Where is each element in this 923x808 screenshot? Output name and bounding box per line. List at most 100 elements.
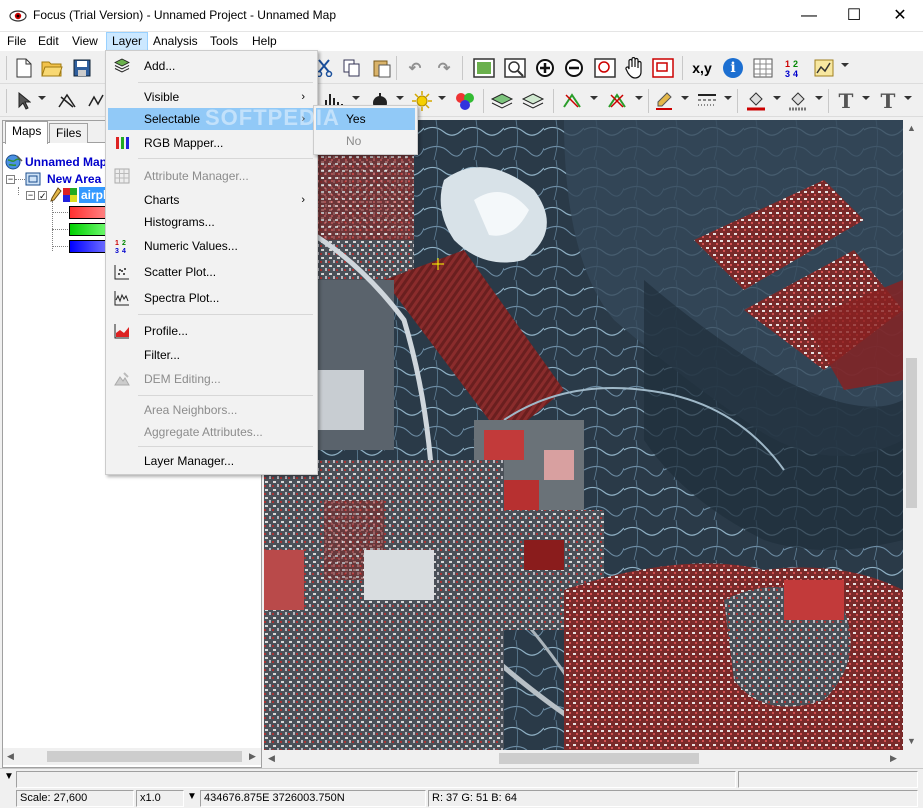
menu-item-selectable[interactable]: Selectable › (108, 108, 315, 130)
scroll-left-arrow[interactable]: ◀ (7, 751, 14, 762)
redo-icon[interactable]: ↷ (432, 56, 456, 80)
text-style-dropdown-arrow[interactable] (904, 96, 912, 100)
histogram-dropdown-arrow[interactable] (352, 96, 360, 100)
menu-item-layer-manager[interactable]: Layer Manager... (108, 450, 315, 472)
edit-vertex-icon[interactable] (560, 89, 584, 113)
save-icon[interactable] (70, 56, 94, 80)
image-vscroll-thumb[interactable] (906, 358, 917, 508)
fill-pattern-dropdown-arrow[interactable] (815, 96, 823, 100)
image-scroll-right-arrow[interactable]: ▶ (890, 753, 897, 764)
minimize-button[interactable]: — (786, 0, 832, 32)
line-style-dropdown-arrow[interactable] (724, 96, 732, 100)
scroll-up-arrow[interactable]: ▲ (907, 123, 916, 133)
menu-item-numeric-values[interactable]: 1234 Numeric Values... (108, 235, 315, 257)
edit-vertex-dropdown-arrow[interactable] (590, 96, 598, 100)
rgb-icon[interactable] (453, 89, 477, 113)
chart-dropdown-arrow[interactable] (841, 63, 849, 67)
close-button[interactable]: ✕ (877, 0, 923, 32)
info-icon[interactable]: i (721, 56, 745, 80)
menu-tools[interactable]: Tools (205, 32, 243, 51)
fill-icon[interactable] (744, 89, 768, 113)
menu-item-aggregate-attributes[interactable]: Aggregate Attributes... (108, 421, 315, 443)
rgb-bars-icon (116, 137, 129, 149)
sun-dropdown-arrow[interactable] (438, 96, 446, 100)
image-vscrollbar[interactable]: ▲ ▼ (903, 120, 920, 750)
left-panel-hscrollbar[interactable]: ◀ ▶ (3, 748, 261, 765)
zoom-window-icon[interactable] (503, 56, 527, 80)
fill-dropdown-arrow[interactable] (773, 96, 781, 100)
node-icon[interactable] (605, 89, 629, 113)
menu-analysis[interactable]: Analysis (148, 32, 203, 51)
select-dropdown-arrow[interactable] (38, 96, 46, 100)
left-panel-hscroll-thumb[interactable] (47, 751, 242, 762)
open-folder-icon[interactable] (40, 56, 64, 80)
menu-help[interactable]: Help (247, 32, 282, 51)
status-collapse-icon[interactable]: ▼ (4, 771, 14, 782)
layer-visible-checkbox[interactable]: ✓ (38, 191, 47, 201)
svg-text:3: 3 (115, 248, 119, 254)
maximize-button[interactable]: ☐ (831, 0, 877, 32)
zoom-field: x1.0 (136, 790, 184, 807)
status-bar-top: ▼ (0, 768, 923, 788)
menu-file[interactable]: File (2, 32, 31, 51)
text-dropdown-arrow[interactable] (862, 96, 870, 100)
text-icon[interactable]: T (834, 89, 858, 113)
satellite-image-view[interactable] (264, 120, 903, 750)
numeric-values-icon[interactable]: 1234 (781, 56, 805, 80)
menu-item-spectra-plot[interactable]: Spectra Plot... (108, 287, 315, 309)
line-style-icon[interactable] (695, 89, 719, 113)
menu-view[interactable]: View (67, 32, 103, 51)
coordinates-icon[interactable]: x,y (690, 56, 714, 80)
fill-pattern-icon[interactable] (786, 89, 810, 113)
layer-collapse-toggle[interactable]: − (26, 191, 35, 200)
tab-files[interactable]: Files (49, 123, 89, 143)
menu-item-attribute-manager[interactable]: Attribute Manager... (108, 165, 315, 187)
zoom-dropdown-icon[interactable]: ▼ (187, 791, 197, 802)
node-dropdown-arrow[interactable] (635, 96, 643, 100)
scroll-right-arrow[interactable]: ▶ (249, 751, 256, 762)
digitize-icon[interactable] (55, 89, 79, 113)
menu-item-add[interactable]: Add... (108, 55, 315, 77)
text-style-icon[interactable]: T (876, 89, 900, 113)
menu-bar: File Edit View Layer Analysis Tools Help (0, 32, 923, 51)
menu-item-histograms[interactable]: Histograms... (108, 211, 315, 233)
layer-name-label[interactable]: airpl (79, 187, 109, 203)
layer-icon[interactable] (490, 89, 514, 113)
menu-item-visible[interactable]: Visible › (108, 86, 315, 108)
menu-layer[interactable]: Layer (106, 32, 149, 51)
copy-icon[interactable] (340, 56, 364, 80)
new-file-icon[interactable] (12, 56, 36, 80)
scroll-down-arrow[interactable]: ▼ (907, 736, 916, 746)
zoom-extent-icon[interactable] (472, 56, 496, 80)
menu-item-area-neighbors-label: Area Neighbors... (144, 403, 238, 417)
pen-icon[interactable] (652, 89, 676, 113)
contrast-dropdown-arrow[interactable] (396, 96, 404, 100)
pan-hand-icon[interactable] (622, 56, 646, 80)
tab-maps[interactable]: Maps (5, 121, 49, 144)
menu-item-rgb-mapper[interactable]: RGB Mapper... (108, 132, 315, 154)
zoom-box-icon[interactable] (593, 56, 617, 80)
image-hscrollbar[interactable]: ◀ ▶ (264, 750, 903, 767)
overview-icon[interactable] (651, 56, 675, 80)
submenu-item-yes[interactable]: Yes (316, 108, 415, 130)
paste-icon[interactable] (370, 56, 394, 80)
pen-dropdown-arrow[interactable] (681, 96, 689, 100)
menu-item-dem-editing[interactable]: DEM Editing... (108, 368, 315, 390)
menu-item-profile[interactable]: Profile... (108, 320, 315, 342)
menu-item-charts[interactable]: Charts › (108, 189, 315, 211)
table-icon[interactable] (751, 56, 775, 80)
image-scroll-left-arrow[interactable]: ◀ (268, 753, 275, 764)
menu-edit[interactable]: Edit (33, 32, 64, 51)
menu-item-filter[interactable]: Filter... (108, 344, 315, 366)
undo-icon[interactable]: ↶ (403, 56, 427, 80)
area-collapse-toggle[interactable]: − (6, 175, 15, 184)
select-arrow-icon[interactable] (12, 89, 36, 113)
image-hscroll-thumb[interactable] (499, 753, 699, 764)
zoom-in-icon[interactable] (533, 56, 557, 80)
chart-icon[interactable] (812, 56, 836, 80)
menu-item-scatter-plot[interactable]: Scatter Plot... (108, 261, 315, 283)
menu-item-area-neighbors[interactable]: Area Neighbors... (108, 399, 315, 421)
submenu-item-no[interactable]: No (316, 130, 415, 152)
zoom-out-icon[interactable] (562, 56, 586, 80)
layer-select-icon[interactable] (521, 89, 545, 113)
